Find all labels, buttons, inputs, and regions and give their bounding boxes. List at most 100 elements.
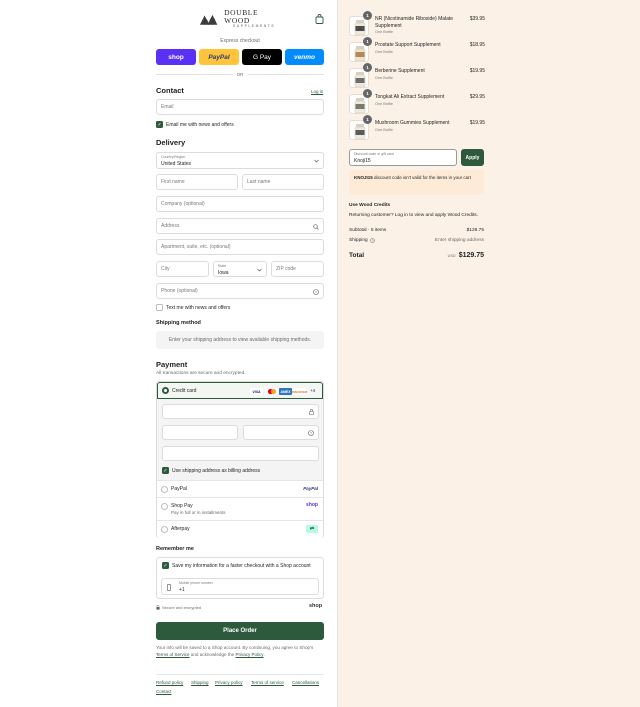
- afterpay-radio[interactable]: [161, 526, 168, 533]
- last-name-field[interactable]: Last name: [242, 174, 324, 190]
- country-value: United States: [161, 161, 192, 167]
- mobile-value: +1: [179, 587, 185, 593]
- credit-card-option[interactable]: Credit card VISA AMEX DISCOVER +4: [157, 382, 323, 399]
- state-select[interactable]: State Iowa: [213, 261, 267, 277]
- svg-text:?: ?: [371, 239, 373, 243]
- gpay-label: G Pay: [252, 53, 272, 61]
- card-details-panel: ? ✓ Use shipping address as billing addr…: [157, 399, 323, 480]
- save-info-checkbox[interactable]: ✓: [162, 562, 169, 569]
- log-in-link[interactable]: Log in: [311, 89, 323, 94]
- shop-logo: shop: [309, 603, 323, 609]
- expiration-field[interactable]: [162, 425, 238, 440]
- or-divider: OR: [156, 72, 324, 77]
- shipping-method-heading: Shipping method: [156, 320, 201, 326]
- apply-label: Apply: [465, 154, 480, 161]
- city-placeholder: City: [161, 266, 170, 272]
- paypal-option[interactable]: PayPal PayPal: [157, 480, 323, 497]
- quantity-badge: 1: [363, 63, 372, 72]
- apply-button[interactable]: Apply: [461, 149, 484, 166]
- remember-me-box: ✓ Save my information for a faster check…: [156, 557, 324, 599]
- check-icon: ✓: [163, 562, 168, 569]
- shipping-message: Enter your shipping address to view avai…: [168, 337, 312, 343]
- shop-pay-option[interactable]: Shop Pay Pay in full or in installments …: [157, 497, 323, 520]
- chevron-down-icon: [257, 268, 262, 272]
- help-icon[interactable]: ?: [308, 430, 314, 436]
- terms-of-service-footer-link[interactable]: Terms of service: [251, 680, 284, 685]
- help-icon[interactable]: ?: [369, 238, 375, 243]
- email-placeholder: Email: [161, 104, 174, 110]
- item-variant: One Bottle: [375, 49, 393, 54]
- remember-me-heading: Remember me: [156, 546, 194, 552]
- help-icon[interactable]: ?: [313, 289, 319, 295]
- shop-pay-radio[interactable]: [161, 503, 168, 510]
- cancellations-link[interactable]: Cancellations: [292, 680, 319, 685]
- last-name-placeholder: Last name: [247, 179, 271, 185]
- mobile-phone-field[interactable]: Mobile phone number +1: [161, 578, 319, 595]
- shopping-bag-icon[interactable]: [315, 14, 324, 24]
- venmo-express-button[interactable]: venmo: [285, 49, 324, 65]
- address-placeholder: Address: [161, 223, 180, 229]
- currency-code: USD: [447, 254, 456, 258]
- quantity-badge: 1: [363, 115, 372, 124]
- disclaimer-text-3: .: [263, 651, 265, 657]
- amex-icon: AMEX: [279, 388, 292, 395]
- country-label: Country/Region: [161, 155, 186, 159]
- checkout-form-panel: DOUBLE WOOD SUPPLEMENTS Express checkout…: [0, 0, 337, 707]
- quantity-badge: 1: [363, 89, 372, 98]
- google-pay-express-button[interactable]: G Pay: [242, 49, 282, 65]
- place-order-button[interactable]: Place Order: [156, 622, 324, 640]
- item-price: $29.95: [469, 94, 485, 100]
- card-number-field[interactable]: [162, 404, 319, 419]
- discover-icon: DISCOVER: [291, 388, 308, 395]
- subtotal-value: $129.75: [466, 228, 484, 233]
- disclaimer-text-2: and acknowledge the: [189, 651, 236, 657]
- paypal-radio[interactable]: [161, 486, 168, 493]
- item-variant: One Bottle: [375, 127, 393, 132]
- email-field[interactable]: Email: [156, 99, 324, 115]
- item-variant: One Bottle: [375, 75, 393, 80]
- payment-subtitle: All transactions are secure and encrypte…: [156, 371, 246, 376]
- paypal-express-button[interactable]: PayPal: [199, 49, 239, 65]
- refund-policy-link[interactable]: Refund policy: [156, 680, 183, 685]
- country-select[interactable]: Country/Region United States: [156, 152, 324, 169]
- billing-address-checkbox[interactable]: ✓: [162, 467, 169, 474]
- trees-logo-icon: [199, 13, 218, 25]
- zip-field[interactable]: ZIP code: [271, 261, 324, 277]
- contact-heading: Contact: [156, 86, 184, 95]
- shop-pay-express-button[interactable]: shop: [156, 49, 196, 65]
- chevron-down-icon: [314, 159, 319, 163]
- zip-placeholder: ZIP code: [276, 266, 296, 272]
- apartment-placeholder: Apartment, suite, etc. (optional): [161, 244, 231, 250]
- news-checkbox[interactable]: ✓: [156, 121, 163, 128]
- quantity-badge: 1: [363, 11, 372, 20]
- delivery-heading: Delivery: [156, 138, 186, 147]
- afterpay-option[interactable]: Afterpay ⇄: [157, 520, 323, 538]
- brand-logo[interactable]: DOUBLE WOOD SUPPLEMENTS: [198, 9, 284, 28]
- privacy-policy-footer-link[interactable]: Privacy policy: [215, 680, 243, 685]
- shipping-method-placeholder: Enter your shipping address to view avai…: [156, 331, 324, 349]
- address-field[interactable]: Address: [156, 218, 324, 234]
- text-news-checkbox[interactable]: [156, 304, 163, 311]
- discount-code-field[interactable]: Discount code or gift card Knoji15: [349, 149, 457, 166]
- company-field[interactable]: Company (optional): [156, 196, 324, 212]
- apartment-field[interactable]: Apartment, suite, etc. (optional): [156, 239, 324, 255]
- shop-pay-label: Shop Pay: [171, 503, 193, 509]
- shop-pay-sub: Pay in full or in installments: [171, 510, 226, 515]
- city-field[interactable]: City: [156, 261, 209, 277]
- security-code-field[interactable]: ?: [243, 425, 319, 440]
- total-value: $129.75: [458, 252, 484, 259]
- credit-card-radio[interactable]: [162, 387, 169, 394]
- phone-field[interactable]: Phone (optional) ?: [156, 283, 324, 299]
- contact-link[interactable]: Contact: [156, 689, 172, 694]
- shipping-link[interactable]: Shipping: [191, 680, 209, 685]
- mobile-label: Mobile phone number: [179, 581, 213, 585]
- check-icon: ✓: [157, 121, 162, 128]
- name-on-card-field[interactable]: [162, 446, 319, 461]
- total-row: Total USD $129.75: [349, 252, 484, 259]
- privacy-policy-link[interactable]: Privacy Policy: [236, 652, 264, 657]
- wood-credits-text[interactable]: Returning customer? Log in to view and a…: [349, 213, 478, 218]
- wood-credits-heading: Use Wood Credits: [349, 203, 391, 208]
- terms-of-service-link[interactable]: Terms of Service: [156, 652, 190, 657]
- first-name-field[interactable]: First name: [156, 174, 238, 190]
- cart-item: 1 Prostate Support Supplement One Bottle …: [349, 37, 485, 64]
